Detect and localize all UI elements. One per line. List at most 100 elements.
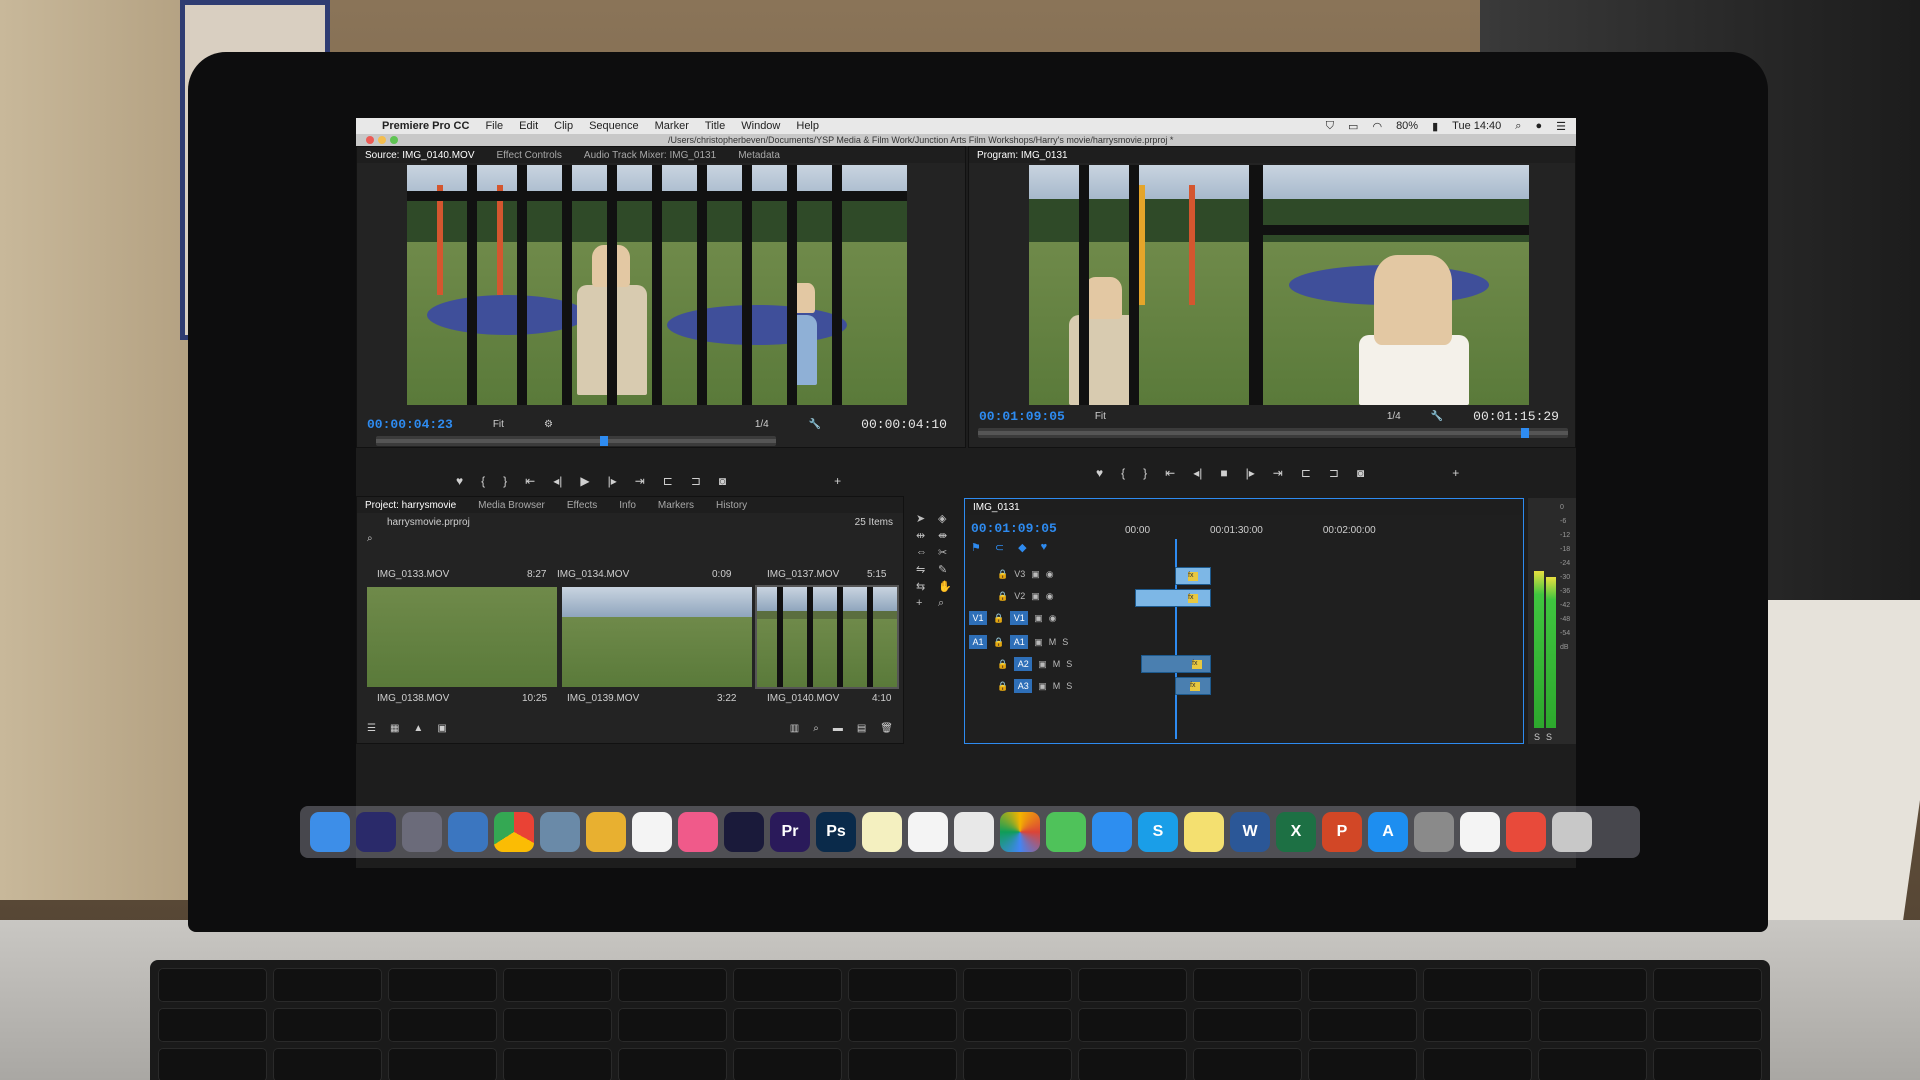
zoom-window-button[interactable] — [390, 136, 398, 144]
go-to-out-button[interactable]: ⇥ — [635, 474, 645, 488]
program-go-to-in-button[interactable]: ⇤ — [1165, 466, 1175, 480]
system-preferences-icon[interactable] — [1414, 812, 1454, 852]
clip-thumbnail-selected[interactable] — [755, 585, 899, 689]
wifi-icon[interactable]: ◠ — [1372, 120, 1382, 133]
spotlight-icon[interactable]: ⌕ — [1515, 120, 1521, 133]
find-icon[interactable]: ⌕ — [813, 723, 819, 734]
safari-icon[interactable] — [1092, 812, 1132, 852]
blank-doc-icon[interactable] — [1460, 812, 1500, 852]
lock-icon[interactable]: 🔒 — [997, 659, 1008, 670]
solo-left-button[interactable]: S — [1534, 732, 1540, 742]
automate-to-sequence-icon[interactable]: ▥ — [790, 723, 799, 734]
clock[interactable]: Tue 14:40 — [1452, 120, 1501, 132]
menu-window[interactable]: Window — [741, 120, 780, 132]
quicktime-icon[interactable] — [724, 812, 764, 852]
siri-icon[interactable]: ● — [1535, 120, 1542, 132]
tab-audio-track-mixer[interactable]: Audio Track Mixer: IMG_0131 — [584, 150, 716, 161]
finder-icon[interactable] — [310, 812, 350, 852]
rolling-edit-tool-icon[interactable]: ⇼ — [938, 529, 954, 542]
photos-icon[interactable] — [1000, 812, 1040, 852]
source-patch-v1[interactable]: V1 — [969, 611, 987, 625]
tab-media-browser[interactable]: Media Browser — [478, 500, 545, 511]
pen-tool-icon[interactable]: ✎ — [938, 563, 954, 576]
mute-button[interactable]: M — [1053, 659, 1061, 669]
shield-icon[interactable]: ⛉ — [1326, 120, 1334, 133]
timeline-timecode[interactable]: 00:01:09:05 — [971, 521, 1057, 536]
slip-tool-icon[interactable]: ⇋ — [916, 563, 932, 576]
program-scrubber[interactable] — [978, 428, 1568, 438]
app-menu[interactable]: Premiere Pro CC — [382, 120, 469, 132]
project-search-icon[interactable]: ⌕ — [367, 533, 373, 544]
program-add-marker-button[interactable]: ♥ — [1096, 466, 1103, 480]
list-view-icon[interactable]: ☰ — [367, 723, 376, 734]
hand-tool-icon[interactable]: ✋ — [938, 580, 954, 593]
excel-icon[interactable]: X — [1276, 812, 1316, 852]
slide-tool-icon[interactable]: ⇆ — [916, 580, 932, 593]
tab-info[interactable]: Info — [619, 500, 636, 511]
film-icon[interactable]: ▣ — [1031, 591, 1040, 602]
film-icon[interactable]: ▣ — [1031, 569, 1040, 580]
program-export-frame-button[interactable]: ◙ — [1357, 466, 1364, 480]
lock-icon[interactable]: 🔒 — [993, 613, 1004, 624]
menu-marker[interactable]: Marker — [655, 120, 689, 132]
program-mark-out-button[interactable]: } — [1143, 466, 1147, 480]
mic-icon[interactable]: ▣ — [1038, 659, 1047, 670]
calendar-icon[interactable] — [632, 812, 672, 852]
export-frame-button[interactable]: ◙ — [719, 474, 726, 488]
tab-program[interactable]: Program: IMG_0131 — [977, 150, 1068, 161]
extract-button[interactable]: ⊐ — [1329, 466, 1339, 480]
creative-cloud-folder-icon[interactable] — [1506, 812, 1546, 852]
tab-markers[interactable]: Markers — [658, 500, 694, 511]
go-to-in-button[interactable]: ⇤ — [525, 474, 535, 488]
menu-title[interactable]: Title — [705, 120, 725, 132]
eye-icon[interactable]: ◉ — [1046, 591, 1054, 602]
mute-button[interactable]: M — [1053, 681, 1061, 691]
lock-icon[interactable]: 🔒 — [997, 591, 1008, 602]
program-step-back-button[interactable]: ◂| — [1193, 466, 1202, 480]
menu-file[interactable]: File — [485, 120, 503, 132]
razor-tool-icon[interactable]: ✂ — [938, 546, 954, 559]
source-playhead[interactable] — [600, 436, 608, 446]
tab-history[interactable]: History — [716, 500, 747, 511]
add-button-program[interactable]: + — [1452, 466, 1459, 480]
zoom-in-tool-icon[interactable]: + — [916, 597, 932, 610]
lift-button[interactable]: ⊏ — [1301, 466, 1311, 480]
notes-icon[interactable] — [586, 812, 626, 852]
solo-button[interactable]: S — [1066, 681, 1072, 691]
add-button-source[interactable]: + — [834, 474, 841, 488]
powerpoint-icon[interactable]: P — [1322, 812, 1362, 852]
step-back-button[interactable]: ◂| — [553, 474, 562, 488]
track-label[interactable]: A1 — [1010, 635, 1029, 649]
messages-icon[interactable] — [1046, 812, 1086, 852]
menu-clip[interactable]: Clip — [554, 120, 573, 132]
trash-icon[interactable] — [1552, 812, 1592, 852]
document-icon[interactable] — [954, 812, 994, 852]
track-label[interactable]: A3 — [1014, 679, 1033, 693]
itunes-icon[interactable] — [678, 812, 718, 852]
menu-help[interactable]: Help — [796, 120, 819, 132]
solo-right-button[interactable]: S — [1546, 732, 1552, 742]
image-capture-icon[interactable] — [540, 812, 580, 852]
source-fit-dropdown[interactable]: Fit — [493, 419, 504, 430]
text-file-icon[interactable] — [862, 812, 902, 852]
program-mark-in-button[interactable]: { — [1121, 466, 1125, 480]
video-clip[interactable]: fx — [1135, 589, 1211, 607]
source-settings-icon[interactable]: ⚙ — [544, 419, 553, 430]
snap-icon[interactable]: ⚑ — [971, 541, 981, 554]
source-patch-a1[interactable]: A1 — [969, 635, 987, 649]
add-marker-button[interactable]: ♥ — [456, 474, 463, 488]
source-timecode[interactable]: 00:00:04:23 — [367, 417, 453, 432]
track-label[interactable]: V2 — [1014, 591, 1025, 601]
tab-effect-controls[interactable]: Effect Controls — [497, 150, 562, 161]
lock-icon[interactable]: 🔒 — [997, 569, 1008, 580]
menu-sequence[interactable]: Sequence — [589, 120, 639, 132]
tab-effects[interactable]: Effects — [567, 500, 597, 511]
tab-project[interactable]: Project: harrysmovie — [365, 500, 456, 511]
track-label[interactable]: V3 — [1014, 569, 1025, 579]
eye-icon[interactable]: ◉ — [1046, 569, 1054, 580]
freeform-view-icon[interactable]: ▲ — [413, 723, 423, 734]
video-clip[interactable]: fx — [1175, 567, 1211, 585]
preview-icon[interactable] — [448, 812, 488, 852]
mute-button[interactable]: M — [1049, 637, 1057, 647]
skype-icon[interactable]: S — [1138, 812, 1178, 852]
